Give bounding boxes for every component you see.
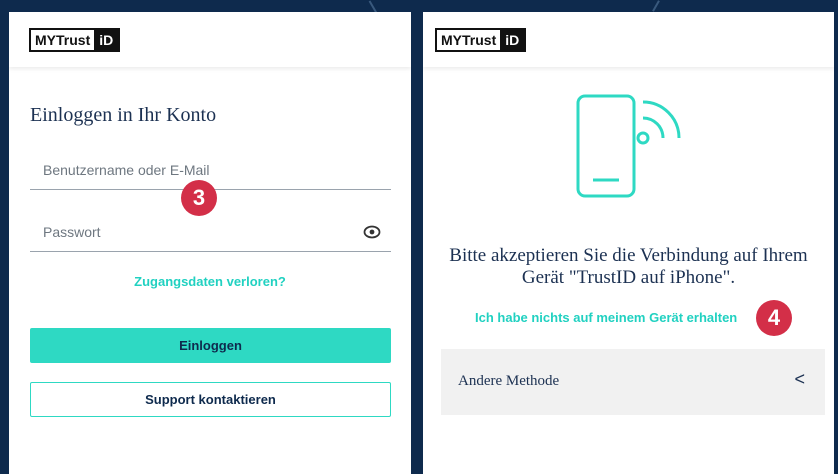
header: MYTrust iD <box>9 12 411 67</box>
device-confirmation-panel: MYTrust iD Bitte akzeptieren Sie die Ver… <box>423 12 834 474</box>
logo-text: MYTrust <box>441 32 497 48</box>
support-button[interactable]: Support kontaktieren <box>30 382 391 417</box>
other-method-row[interactable]: Andere Methode < <box>441 349 825 415</box>
mytrust-logo: MYTrust iD <box>29 28 121 52</box>
logo-text: MYTrust <box>35 32 91 48</box>
eye-icon[interactable] <box>363 225 381 244</box>
username-input[interactable] <box>30 155 391 185</box>
background-line <box>652 0 660 12</box>
page-title: Einloggen in Ihr Konto <box>30 104 217 126</box>
nothing-received-link[interactable]: Ich habe nichts auf meinem Gerät erhalte… <box>475 310 737 325</box>
step-badge-3: 3 <box>181 180 217 216</box>
step-badge-4: 4 <box>756 300 792 336</box>
chevron-left-icon: < <box>794 369 805 389</box>
other-method-label: Andere Methode <box>458 373 560 389</box>
password-input[interactable] <box>30 217 391 247</box>
logo-id: iD <box>500 30 525 50</box>
confirmation-message: Bitte akzeptieren Sie die Verbindung auf… <box>449 245 808 288</box>
login-button[interactable]: Einloggen <box>30 328 391 363</box>
password-field <box>30 217 391 252</box>
mytrust-logo: MYTrust iD <box>435 28 527 52</box>
login-panel: MYTrust iD Einloggen in Ihr Konto 3 Zuga… <box>9 12 411 474</box>
forgot-credentials-link[interactable]: Zugangsdaten verloren? <box>9 274 411 289</box>
header: MYTrust iD <box>423 12 834 67</box>
phone-signal-icon <box>573 88 693 213</box>
logo-id: iD <box>94 30 119 50</box>
